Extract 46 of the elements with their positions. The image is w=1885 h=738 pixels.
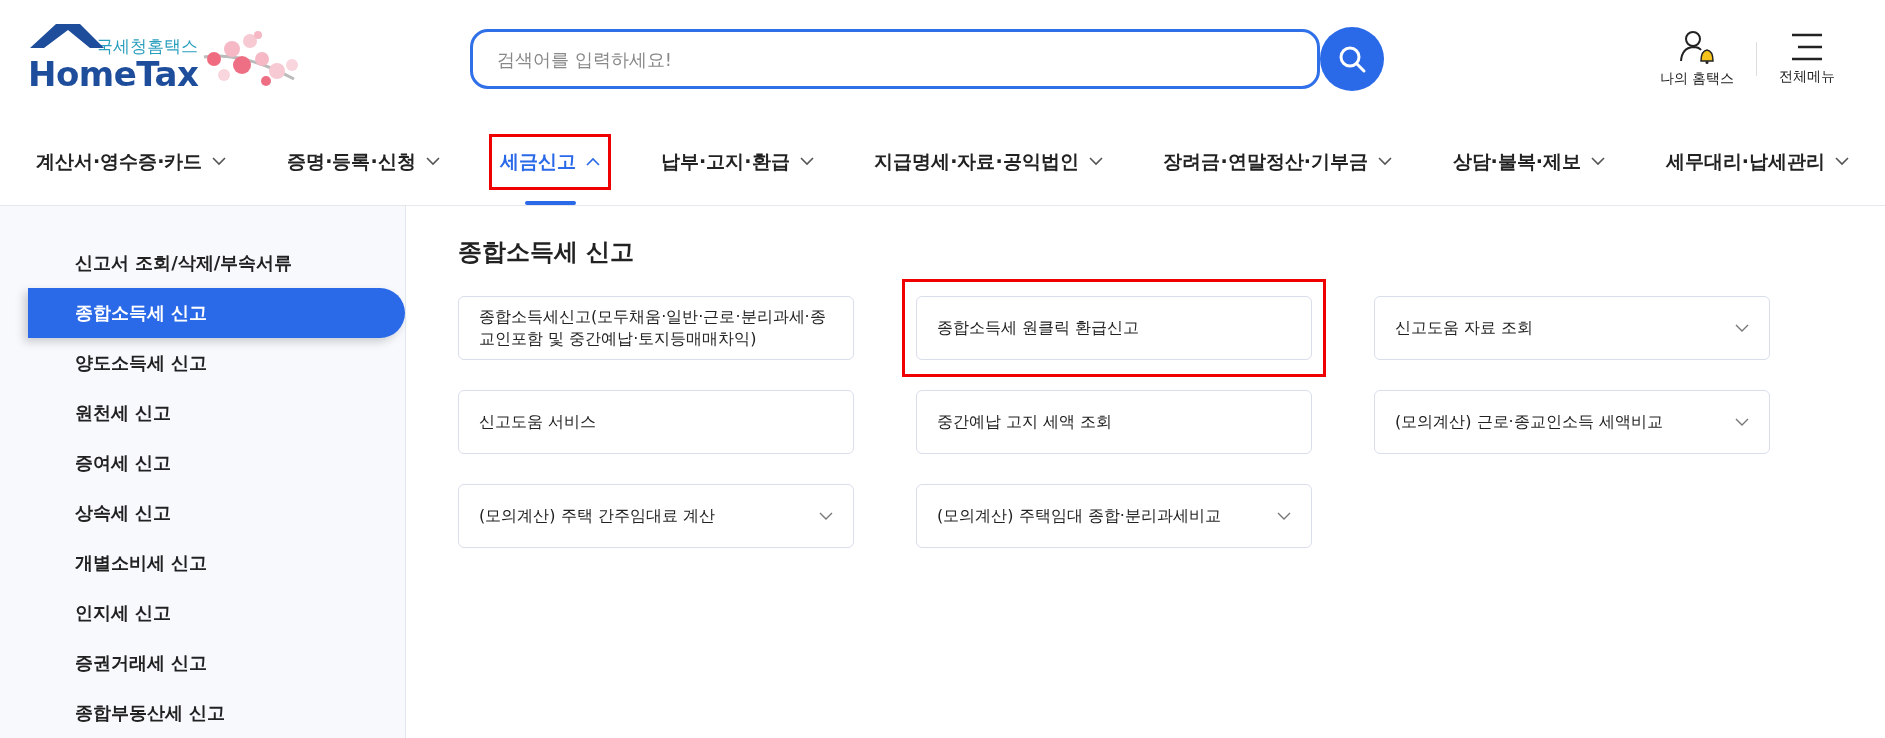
nav-tab[interactable]: 납부·고지·환급	[653, 136, 822, 187]
section-title: 종합소득세 신고	[458, 237, 636, 268]
chevron-icon	[819, 511, 833, 521]
menu-card[interactable]: 종합소득세신고(모두채움·일반·근로·분리과세·종교인포함 및 중간예납·토지등매매차익)	[458, 296, 854, 360]
chevron-icon	[212, 157, 227, 166]
menu-card[interactable]: 중간예납 고지 세액 조회	[916, 390, 1312, 454]
chevron-icon	[1277, 511, 1291, 521]
chevron-icon	[1088, 157, 1103, 166]
menu-card[interactable]: 신고도움 자료 조회	[1374, 296, 1770, 360]
chevron-icon	[1735, 323, 1749, 333]
chevron-icon	[425, 157, 440, 166]
menu-card[interactable]: 종합소득세 원클릭 환급신고	[916, 296, 1312, 360]
sidebar-item[interactable]: 상속세 신고	[28, 488, 405, 538]
nav-tab[interactable]: 지급명세·자료·공익법인	[866, 136, 1111, 187]
chevron-icon	[799, 157, 814, 166]
chevron-icon	[1591, 157, 1606, 166]
sidebar-item[interactable]: 증권거래세 신고	[28, 638, 405, 688]
chevron-icon	[1835, 157, 1849, 166]
nav-tab[interactable]: 계산서·영수증·카드	[28, 136, 235, 187]
nav-tab[interactable]: 장려금·연말정산·기부금	[1155, 136, 1400, 187]
menu-card[interactable]: (모의계산) 주택 간주임대료 계산	[458, 484, 854, 548]
menu-card[interactable]: (모의계산) 주택임대 종합·분리과세비교	[916, 484, 1312, 548]
sidebar-item[interactable]: 양도소득세 신고	[28, 338, 405, 388]
nav-tab[interactable]: 세무대리·납세관리	[1657, 136, 1857, 187]
all-menu-button[interactable]: 전체메뉴	[1779, 32, 1835, 86]
nav-tab[interactable]: 증명·등록·신청	[279, 136, 448, 187]
sidebar-item[interactable]: 증여세 신고	[28, 438, 405, 488]
sidebar-item[interactable]: 개별소비세 신고	[28, 538, 405, 588]
menu-card[interactable]: 신고도움 서비스	[458, 390, 854, 454]
sidebar-item[interactable]: 종합부동산세 신고	[28, 688, 405, 738]
sidebar-item[interactable]: 종합소득세 신고	[28, 288, 405, 338]
sidebar-item[interactable]: 원천세 신고	[28, 388, 405, 438]
menu-icon	[1790, 32, 1824, 62]
chevron-icon	[586, 157, 601, 166]
my-hometax-button[interactable]: 나의 홈택스	[1659, 30, 1734, 88]
user-bell-icon	[1678, 30, 1715, 64]
sidebar-item[interactable]: 인지세 신고	[28, 588, 405, 638]
menu-card[interactable]: (모의계산) 근로·종교인소득 세액비교	[1374, 390, 1770, 454]
nav-tab[interactable]: 상담·불복·제보	[1444, 136, 1614, 187]
search-field[interactable]: 검색어를 입력하세요!	[470, 29, 1320, 89]
chevron-icon	[1735, 417, 1749, 427]
logo-subtitle: 국세청홈택스	[96, 36, 199, 56]
search-icon	[1337, 44, 1367, 74]
logo-title[interactable]: HomeTax	[28, 56, 199, 92]
sidebar-item[interactable]: 신고서 조회/삭제/부속서류	[28, 238, 405, 288]
chevron-icon	[1377, 157, 1392, 166]
